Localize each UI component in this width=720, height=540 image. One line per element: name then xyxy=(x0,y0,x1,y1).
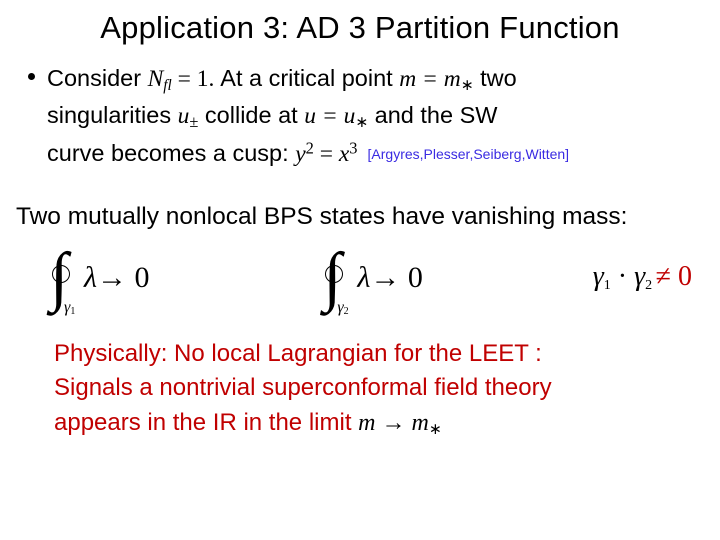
dot: · xyxy=(611,261,634,292)
m-var: m xyxy=(358,410,375,436)
math-u: u xyxy=(178,103,190,129)
text: two xyxy=(474,65,517,91)
intersection-number: γ1 · γ2 ≠ 0 xyxy=(593,261,692,294)
integral-gamma2: ∫ γ2 λ → 0 xyxy=(319,245,423,311)
g2: γ xyxy=(634,261,645,292)
contour-integral-icon: ∫ γ2 xyxy=(319,245,353,311)
math-x-exp: 3 xyxy=(349,139,357,158)
math-x: x xyxy=(339,141,349,167)
red-line-2: Signals a nontrivial superconformal fiel… xyxy=(54,371,684,406)
slide: Application 3: AD 3 Partition Function C… xyxy=(0,0,720,540)
math-nfl-sub: fl xyxy=(163,77,171,94)
conclusion-block: Physically: No local Lagrangian for the … xyxy=(54,337,684,442)
bullet-item: Consider Nfl = 1. At a critical point m … xyxy=(28,60,696,173)
math-nfl: N xyxy=(148,66,164,92)
math-y: y xyxy=(295,141,305,167)
m-star: ∗ xyxy=(429,421,442,438)
to-zero: → 0 xyxy=(370,261,423,295)
math-star2: ∗ xyxy=(355,114,368,131)
bullet-text: Consider Nfl = 1. At a critical point m … xyxy=(47,60,569,173)
integral-gamma1: ∫ γ1 λ → 0 xyxy=(46,245,150,311)
red-line-1: Physically: No local Lagrangian for the … xyxy=(54,337,684,372)
lambda: λ xyxy=(357,261,370,295)
gamma-sub-n: 1 xyxy=(70,306,75,317)
citation: [Argyres,Plesser,Seiberg,Witten] xyxy=(368,146,570,162)
contour-integral-icon: ∫ γ1 xyxy=(46,245,80,311)
g1: γ xyxy=(593,261,604,292)
text: singularities xyxy=(47,102,178,128)
gamma-sub-n: 2 xyxy=(344,306,349,317)
text: appears in the IR in the limit xyxy=(54,409,358,436)
subheading: Two mutually nonlocal BPS states have va… xyxy=(14,203,706,231)
to-zero: → 0 xyxy=(97,261,150,295)
bullet-dot xyxy=(28,73,35,80)
slide-title: Application 3: AD 3 Partition Function xyxy=(14,10,706,46)
text: At a critical point xyxy=(220,65,399,91)
math-m-eq-mstar: m = m xyxy=(399,66,461,92)
text: collide at xyxy=(198,102,304,128)
equation-row: ∫ γ1 λ → 0 ∫ γ2 λ → 0 γ1 · γ2 ≠ 0 xyxy=(46,245,692,311)
math-star: ∗ xyxy=(461,77,474,94)
text: curve becomes a cusp: xyxy=(47,140,295,166)
math-y-exp: 2 xyxy=(306,139,314,158)
red-line-3: appears in the IR in the limit m → m∗ xyxy=(54,406,684,442)
math-nfl-eq: = 1. xyxy=(172,66,221,92)
arrow: → xyxy=(376,410,412,436)
lambda: λ xyxy=(84,261,97,295)
math-u-eq-ustar: u = u xyxy=(304,103,355,129)
neq-zero: ≠ 0 xyxy=(656,261,692,292)
g1n: 1 xyxy=(604,278,611,293)
math-eq: = xyxy=(314,141,339,167)
text: and the SW xyxy=(368,102,497,128)
g2n: 2 xyxy=(645,278,656,293)
m-var2: m xyxy=(412,410,429,436)
text: Consider xyxy=(47,65,148,91)
